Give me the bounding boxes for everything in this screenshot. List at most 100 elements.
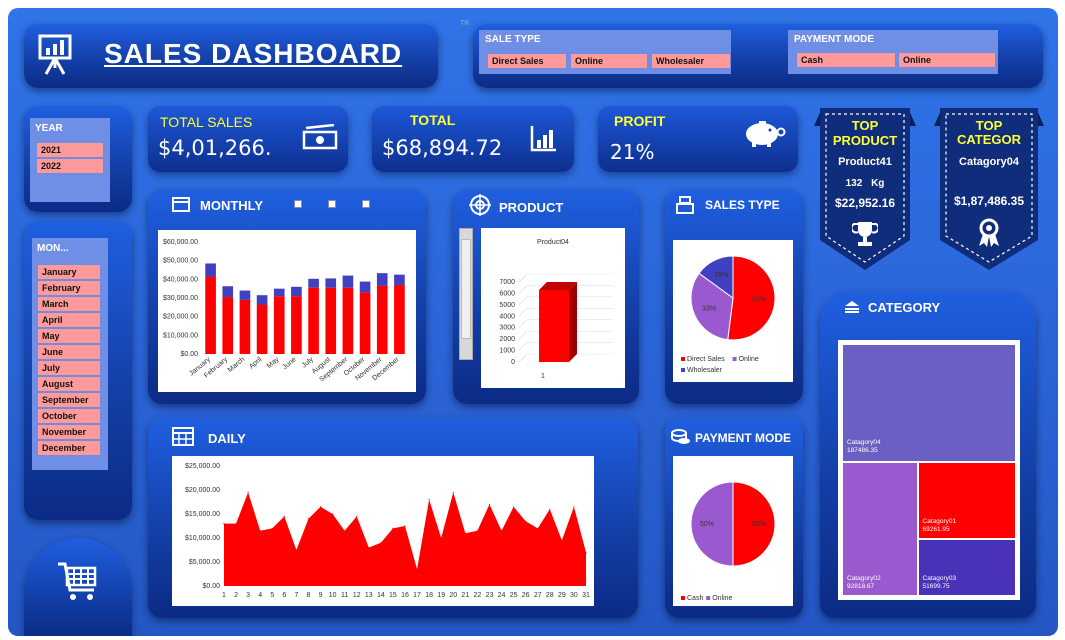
- payment-mode-data-label: 50%: [700, 521, 714, 528]
- payment-mode-legend-label: Online: [712, 595, 732, 602]
- category-tile-value: 187486.35: [847, 446, 878, 454]
- daily-xtick: 23: [486, 592, 494, 599]
- top-product-ribbon: TOP PRODUCT Product41 132 Kg $22,952.16: [814, 106, 916, 274]
- monthly-bar: [256, 304, 268, 354]
- daily-xtick: 3: [246, 592, 250, 599]
- daily-xtick: 2: [234, 592, 238, 599]
- month-may[interactable]: May: [37, 328, 101, 344]
- product-gridline-diag: [518, 319, 528, 328]
- sale-type-direct-sales[interactable]: Direct Sales: [487, 53, 567, 69]
- product-slicer-scrollbar[interactable]: [459, 228, 473, 360]
- daily-chart-area: $0.00 $5,000.00 $10,000.00 $15,000.00 $20,00…: [172, 456, 594, 606]
- top-category-line2: CATEGOR: [956, 132, 1022, 147]
- daily-point: [283, 515, 285, 517]
- month-slicer-panel: MON... January February March April May …: [24, 222, 132, 520]
- product-chart-area: Product04 0 1000 2000 3000 4000 5000 6000 7000 1: [481, 228, 625, 388]
- category-tile-name: Catagory01: [922, 517, 957, 525]
- year-title: YEAR: [35, 123, 63, 134]
- monthly-bar: [239, 299, 251, 354]
- product-bar: [539, 290, 569, 362]
- payment-mode-online[interactable]: Online: [898, 52, 996, 68]
- daily-xtick: 17: [413, 592, 421, 599]
- daily-xtick: 29: [558, 592, 566, 599]
- top-product-qty-row: 132 Kg: [814, 178, 916, 189]
- sales-type-legend-label: Wholesaler: [687, 367, 723, 374]
- sales-type-legend-swatch: [681, 357, 685, 361]
- payment-mode-panel: PAYMENT MODE 50% 50% Cash Online: [665, 418, 803, 618]
- monthly-ytick: $0.00: [180, 351, 198, 358]
- year-2021[interactable]: 2021: [36, 142, 104, 158]
- monthly-bar: [291, 296, 302, 354]
- piggy-bank-icon: [746, 121, 786, 147]
- product-ytick: 5000: [499, 302, 515, 309]
- monthly-bar: [222, 297, 234, 354]
- product-panel: PRODUCT Product04 0 1000 2000 3000 4000 5000 60…: [453, 190, 639, 404]
- month-february[interactable]: February: [37, 280, 101, 296]
- cash-icon: [302, 124, 338, 150]
- daily-point: [392, 527, 394, 529]
- payment-mode-title: PAYMENT MODE: [695, 431, 792, 445]
- daily-panel: DAILY $0.00 $5,000.00 $10,000.00 $15,000.00…: [148, 418, 638, 618]
- sales-type-legend-swatch: [732, 357, 737, 361]
- year-2022[interactable]: 2022: [36, 158, 104, 174]
- product-ytick: 7000: [499, 279, 515, 286]
- sale-type-online[interactable]: Online: [570, 53, 648, 69]
- payment-mode-chart-area: 50% 50% Cash Online: [673, 456, 793, 606]
- sales-type-legend-label: Direct Sales: [687, 356, 725, 363]
- category-tile-value: 69261.95: [922, 525, 950, 533]
- kpi-profit: PROFIT 21%: [598, 106, 798, 172]
- month-april[interactable]: April: [37, 312, 101, 328]
- filter-checkbox-1[interactable]: [294, 200, 302, 208]
- monthly-chart: $0.00 $10,000.00 $20,000.00 $30,000.00 $40,0…: [163, 239, 405, 384]
- filter-checkbox-3[interactable]: [362, 200, 370, 208]
- payment-mode-data-label: 50%: [752, 521, 766, 528]
- sale-type-wholesaler[interactable]: Wholesaler: [651, 53, 731, 69]
- category-chart-area: Catagory04 187486.35 Catagory02 92818.67 Cat…: [838, 340, 1020, 600]
- top-product-amount: $22,952.16: [834, 196, 896, 210]
- top-category-line1: TOP: [975, 118, 1003, 133]
- month-october[interactable]: October: [37, 408, 101, 424]
- month-august[interactable]: August: [37, 376, 101, 392]
- daily-xtick: 9: [319, 592, 323, 599]
- category-tile-label: Catagory02 92818.67: [847, 575, 881, 591]
- monthly-title: MONTHLY: [200, 198, 264, 213]
- month-march[interactable]: March: [37, 296, 101, 312]
- tiny-mark: TR: [460, 20, 470, 27]
- kpi-profit-label: PROFIT: [614, 113, 666, 129]
- filter-checkbox-2[interactable]: [328, 200, 336, 208]
- monthly-bar: [273, 288, 285, 297]
- monthly-ytick: $30,000.00: [163, 295, 198, 302]
- monthly-ytick: $10,000.00: [163, 332, 198, 339]
- top-category-amount: $1,87,486.35: [953, 194, 1025, 208]
- month-july[interactable]: July: [37, 360, 101, 376]
- month-december[interactable]: December: [37, 440, 101, 456]
- daily-xtick: 14: [377, 592, 385, 599]
- monthly-bar: [308, 278, 319, 288]
- daily-point: [452, 491, 454, 493]
- daily-xtick: 7: [294, 592, 298, 599]
- product-ytick: 3000: [499, 325, 515, 332]
- sales-type-chart: 52% 33% 15% Direct Sales Online Wholesaler: [681, 255, 776, 374]
- payment-mode-cash[interactable]: Cash: [796, 52, 896, 68]
- payment-mode-slicer: PAYMENT MODE Cash Online: [788, 30, 998, 74]
- category-tile: Catagory03 51699.75: [917, 538, 1016, 596]
- daily-point: [561, 539, 563, 541]
- daily-point: [332, 513, 334, 515]
- monthly-xtick: May: [266, 356, 281, 370]
- month-june[interactable]: June: [37, 344, 101, 360]
- monthly-bar: [325, 287, 337, 354]
- daily-point: [368, 547, 370, 549]
- kpi-total-label: TOTAL: [410, 112, 456, 128]
- daily-point: [247, 491, 249, 493]
- monthly-ytick: $50,000.00: [163, 258, 198, 265]
- payment-mode-legend-swatch: [706, 596, 711, 600]
- monthly-bar: [376, 285, 388, 354]
- sale-type-title: SALE TYPE: [485, 34, 541, 45]
- cart-button[interactable]: [24, 538, 132, 636]
- daily-xtick: 6: [282, 592, 286, 599]
- monthly-bar: [205, 263, 216, 277]
- month-september[interactable]: September: [37, 392, 101, 408]
- month-november[interactable]: November: [37, 424, 101, 440]
- top-product-line1: TOP: [851, 118, 879, 133]
- month-january[interactable]: January: [37, 264, 101, 280]
